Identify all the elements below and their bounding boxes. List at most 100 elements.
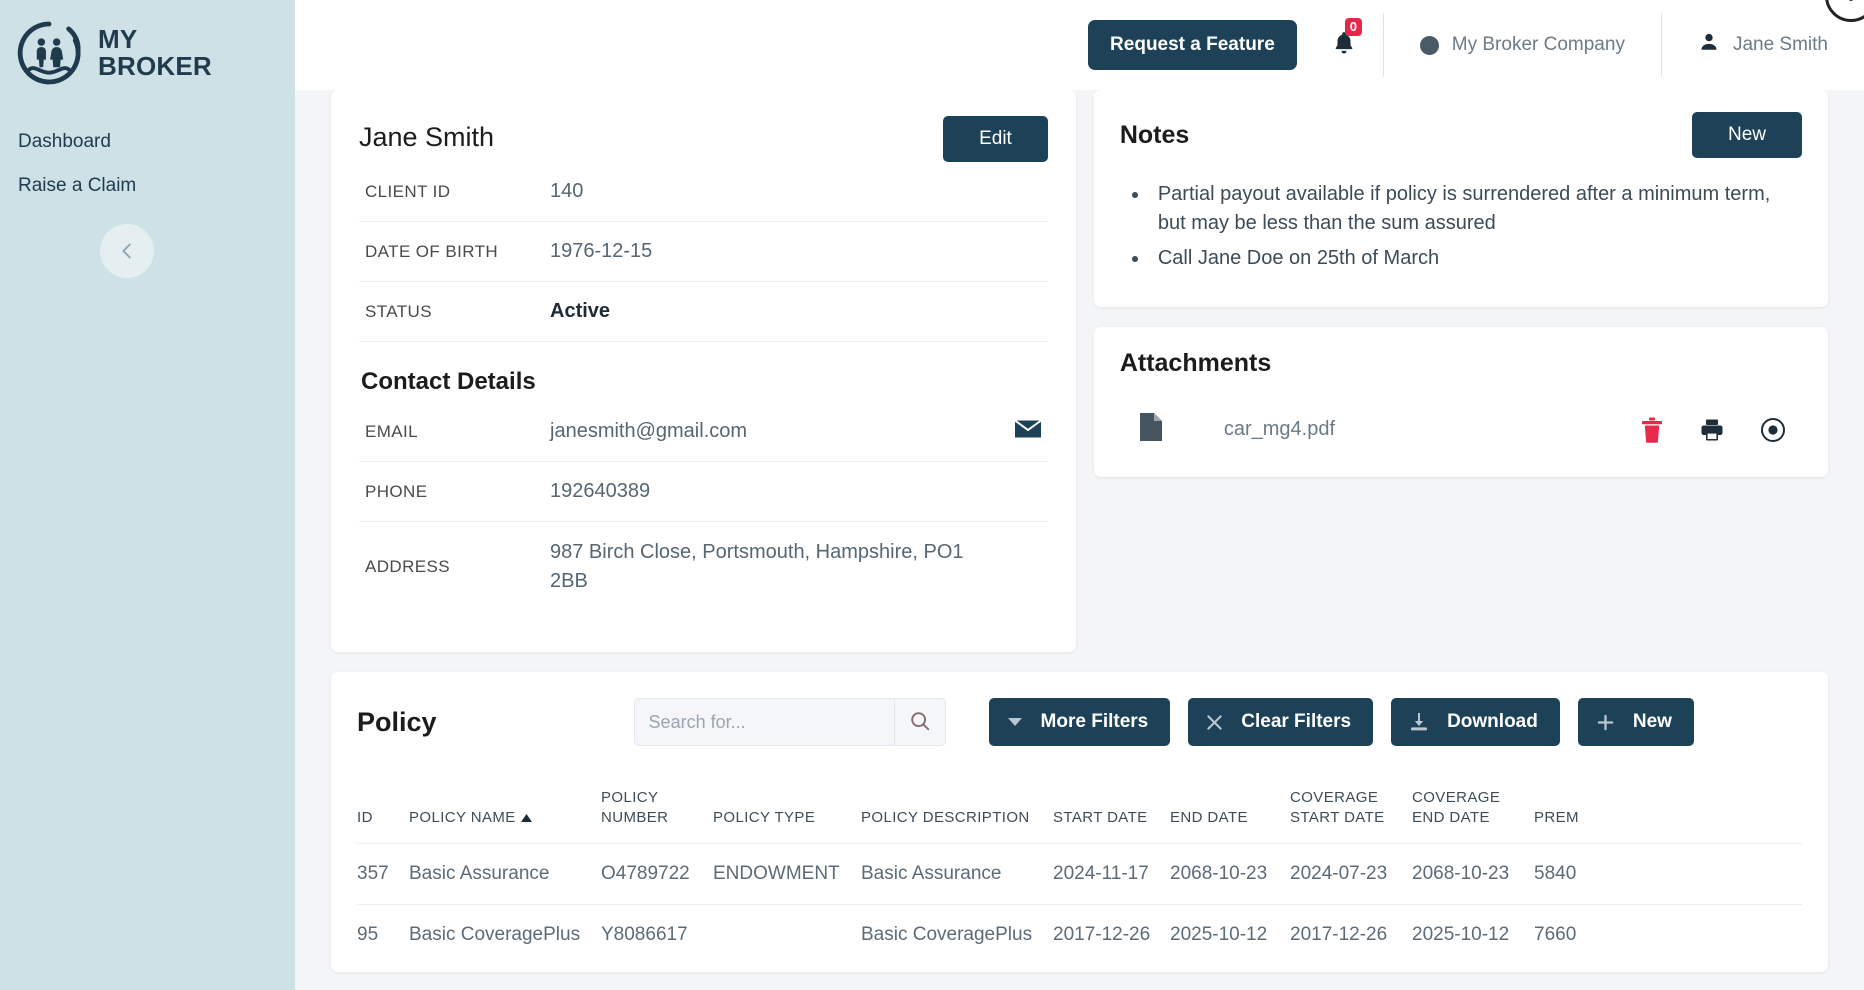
pdf-file-icon: PDF: [1138, 412, 1164, 447]
list-item: Partial payout available if policy is su…: [1150, 180, 1802, 238]
sidebar-item-dashboard[interactable]: Dashboard: [8, 120, 295, 164]
cell-policy-description: Basic Assurance: [861, 842, 1053, 904]
column-header-coverage-end-date[interactable]: COVERAGE END DATE: [1412, 788, 1534, 843]
chevron-down-icon: [1007, 717, 1023, 727]
attachment-file-name[interactable]: car_mg4.pdf: [1224, 418, 1335, 441]
main-area: Request a Feature 0 My Broker Company Ja…: [295, 0, 1864, 990]
field-email: EMAIL janesmith@gmail.com: [359, 402, 1048, 462]
sidebar-nav: Dashboard Raise a Claim: [0, 120, 295, 208]
sidebar-item-raise-a-claim[interactable]: Raise a Claim: [8, 164, 295, 208]
field-label: PHONE: [365, 481, 428, 501]
attachments-title: Attachments: [1119, 349, 1272, 377]
policy-toolbar: Policy Search for... More Filters Clear …: [357, 698, 1802, 746]
cell-coverage-start-date: 2024-07-23: [1290, 842, 1412, 904]
content-area: Jane Smith Edit CLIENT ID 140 DATE OF BI…: [295, 90, 1864, 972]
brand-line-1: MY: [98, 23, 138, 54]
download-icon: [1409, 712, 1429, 732]
new-note-button[interactable]: New: [1691, 112, 1802, 158]
cell-policy-number: Y8086617: [601, 903, 713, 965]
sort-asc-icon: [520, 808, 532, 828]
trash-icon[interactable]: [1640, 417, 1664, 443]
eye-icon[interactable]: [1760, 417, 1786, 443]
attachment-actions: [1640, 417, 1786, 443]
column-header-premium[interactable]: PREM: [1534, 788, 1802, 843]
send-email-icon[interactable]: [1014, 418, 1048, 445]
field-value: janesmith@gmail.com: [550, 420, 748, 442]
column-header-policy-number[interactable]: POLICY NUMBER: [601, 788, 713, 843]
table-row[interactable]: 95 Basic CoveragePlus Y8086617 Basic Cov…: [357, 903, 1802, 965]
notification-count-badge: 0: [1344, 17, 1363, 36]
cell-start-date: 2024-11-17: [1053, 842, 1170, 904]
column-header-label: POLICY NAME: [409, 809, 516, 827]
column-header-policy-type[interactable]: POLICY TYPE: [713, 788, 861, 843]
attachments-header: Attachments: [1120, 349, 1802, 378]
cell-end-date: 2068-10-23: [1170, 842, 1290, 904]
request-a-feature-button[interactable]: Request a Feature: [1088, 20, 1297, 70]
column-header-coverage-start-date[interactable]: COVERAGE START DATE: [1290, 788, 1412, 843]
search-input[interactable]: [633, 698, 894, 746]
status-badge: Active: [550, 300, 611, 322]
download-button[interactable]: Download: [1391, 698, 1560, 746]
chevron-left-icon: [116, 240, 138, 262]
field-value: 192640389: [550, 480, 651, 502]
notes-list: Partial payout available if policy is su…: [1150, 180, 1802, 273]
company-selector[interactable]: My Broker Company: [1384, 13, 1661, 77]
sidebar-collapse-button[interactable]: [100, 224, 154, 278]
notifications-button[interactable]: 0: [1331, 17, 1363, 61]
brand-line-2: BROKER: [98, 51, 212, 81]
clear-filters-button[interactable]: Clear Filters: [1188, 698, 1374, 746]
cell-policy-type: ENDOWMENT: [713, 842, 861, 904]
printer-icon[interactable]: [1700, 418, 1724, 442]
table-row[interactable]: 357 Basic Assurance O4789722 ENDOWMENT B…: [357, 842, 1802, 904]
company-name-label: My Broker Company: [1451, 34, 1625, 55]
page-title: Jane Smith: [359, 122, 495, 152]
cell-policy-name: Basic CoveragePlus: [409, 903, 601, 965]
cell-end-date: 2025-10-12: [1170, 903, 1290, 965]
policy-table-body: 357 Basic Assurance O4789722 ENDOWMENT B…: [357, 842, 1802, 965]
cell-coverage-end-date: 2025-10-12: [1412, 903, 1534, 965]
more-filters-button[interactable]: More Filters: [988, 698, 1171, 746]
notes-card: Notes New Partial payout available if po…: [1093, 90, 1828, 307]
table-header-row: ID POLICY NAME POLICY NUMBER POLICY TYPE…: [357, 788, 1802, 843]
cell-policy-number: O4789722: [601, 842, 713, 904]
more-filters-label: More Filters: [1040, 711, 1149, 732]
column-header-id[interactable]: ID: [357, 788, 409, 843]
sidebar: MY BROKER Dashboard Raise a Claim: [0, 0, 295, 990]
user-menu[interactable]: Jane Smith: [1662, 13, 1864, 77]
field-status: STATUS Active: [359, 282, 1048, 342]
search-button[interactable]: [893, 698, 946, 746]
user-avatar-icon: [1698, 31, 1720, 59]
field-label: DATE OF BIRTH: [365, 241, 499, 261]
new-policy-button[interactable]: New: [1577, 698, 1694, 746]
policy-title: Policy: [357, 706, 437, 737]
attachment-row: PDF car_mg4.pdf: [1120, 412, 1802, 447]
policy-table: ID POLICY NAME POLICY NUMBER POLICY TYPE…: [357, 788, 1802, 965]
policy-action-buttons: More Filters Clear Filters Download New: [988, 698, 1694, 746]
cell-id: 357: [357, 842, 409, 904]
right-column: Notes New Partial payout available if po…: [1093, 90, 1828, 477]
cell-id: 95: [357, 903, 409, 965]
field-label: ADDRESS: [365, 557, 450, 576]
brand-logo[interactable]: MY BROKER: [0, 0, 295, 88]
field-value: 1976-12-15: [550, 240, 653, 262]
family-circle-logo-icon: [14, 18, 84, 88]
column-header-start-date[interactable]: START DATE: [1053, 788, 1170, 843]
field-date-of-birth: DATE OF BIRTH 1976-12-15: [359, 222, 1048, 282]
cell-premium: 5840: [1534, 842, 1802, 904]
cell-premium: 7660: [1534, 903, 1802, 965]
search-icon: [909, 710, 931, 735]
cell-policy-description: Basic CoveragePlus: [861, 903, 1053, 965]
cell-start-date: 2017-12-26: [1053, 903, 1170, 965]
edit-client-button[interactable]: Edit: [943, 116, 1048, 162]
column-header-end-date[interactable]: END DATE: [1170, 788, 1290, 843]
field-client-id: CLIENT ID 140: [359, 162, 1048, 222]
column-header-policy-description[interactable]: POLICY DESCRIPTION: [861, 788, 1053, 843]
column-header-policy-name[interactable]: POLICY NAME: [409, 788, 601, 843]
download-label: Download: [1447, 711, 1538, 732]
field-address: ADDRESS 987 Birch Close, Portsmouth, Ham…: [359, 522, 1048, 612]
field-phone: PHONE 192640389: [359, 462, 1048, 522]
policy-table-head: ID POLICY NAME POLICY NUMBER POLICY TYPE…: [357, 788, 1802, 843]
cell-coverage-end-date: 2068-10-23: [1412, 842, 1534, 904]
app-root: MY BROKER Dashboard Raise a Claim Reques…: [0, 0, 1864, 990]
attachments-card: Attachments PDF car_mg4.pdf: [1093, 327, 1828, 477]
